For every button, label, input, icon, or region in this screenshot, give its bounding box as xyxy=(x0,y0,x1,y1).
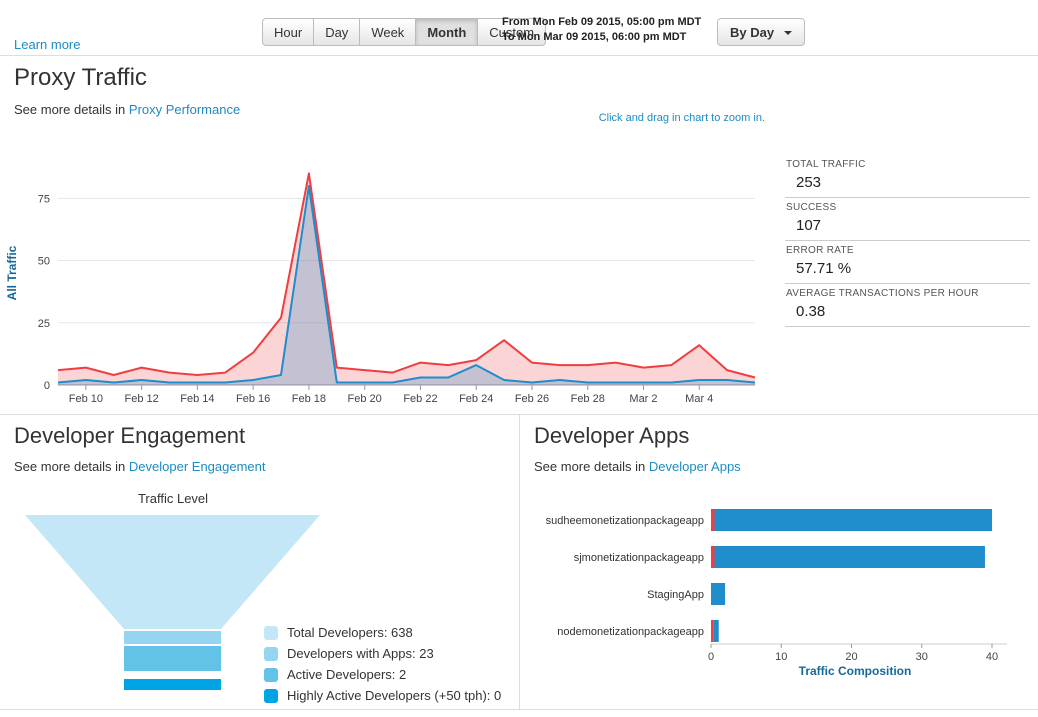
bottom-row: Developer Engagement See more details in… xyxy=(0,415,1038,710)
developer-apps-link[interactable]: Developer Apps xyxy=(649,459,741,474)
granularity-label: By Day xyxy=(730,25,774,40)
date-to: To Mon Mar 09 2015, 06:00 pm MDT xyxy=(502,30,701,45)
svg-text:75: 75 xyxy=(38,193,50,205)
stat-label: AVERAGE TRANSACTIONS PER HOUR xyxy=(786,288,1030,299)
learn-more-link[interactable]: Learn more xyxy=(14,37,80,52)
stat-label: SUCCESS xyxy=(786,202,1030,213)
date-range: From Mon Feb 09 2015, 05:00 pm MDT To Mo… xyxy=(502,15,701,45)
svg-text:20: 20 xyxy=(845,651,857,663)
engagement-details-prefix: See more details in xyxy=(14,459,129,474)
proxy-details-prefix: See more details in xyxy=(14,102,129,117)
legend-label: Developers with Apps: 23 xyxy=(287,646,434,661)
svg-text:40: 40 xyxy=(986,651,998,663)
stat-value: 107 xyxy=(786,213,1030,234)
svg-text:Feb 18: Feb 18 xyxy=(292,393,326,405)
proxy-traffic-section: Proxy Traffic See more details in Proxy … xyxy=(0,56,1038,415)
legend-item-total-developers: Total Developers: 638 xyxy=(264,625,501,640)
svg-text:Feb 14: Feb 14 xyxy=(180,393,214,405)
svg-text:StagingApp: StagingApp xyxy=(647,589,704,601)
svg-text:Mar 4: Mar 4 xyxy=(685,393,713,405)
svg-text:sudheemonetizationpackageapp: sudheemonetizationpackageapp xyxy=(546,515,704,527)
legend-label: Active Developers: 2 xyxy=(287,667,406,682)
zoom-hint: Click and drag in chart to zoom in. xyxy=(465,112,765,124)
stat-total-traffic: TOTAL TRAFFIC 253 xyxy=(785,155,1030,198)
legend-label: Total Developers: 638 xyxy=(287,625,413,640)
svg-text:sjmonetizationpackageapp: sjmonetizationpackageapp xyxy=(574,552,704,564)
range-button-day[interactable]: Day xyxy=(313,18,360,46)
funnel-title: Traffic Level xyxy=(25,491,321,506)
legend-label: Highly Active Developers (+50 tph): 0 xyxy=(287,688,501,703)
developer-engagement-link[interactable]: Developer Engagement xyxy=(129,459,266,474)
stat-success: SUCCESS 107 xyxy=(785,198,1030,241)
svg-text:25: 25 xyxy=(38,318,50,330)
svg-text:Feb 16: Feb 16 xyxy=(236,393,270,405)
svg-text:All Traffic: All Traffic xyxy=(5,245,19,300)
stat-value: 253 xyxy=(786,170,1030,191)
stat-value: 0.38 xyxy=(786,299,1030,320)
legend-item-developers-with-apps: Developers with Apps: 23 xyxy=(264,646,501,661)
developer-engagement-title: Developer Engagement xyxy=(0,415,519,449)
legend-item-active-developers: Active Developers: 2 xyxy=(264,667,501,682)
date-from: From Mon Feb 09 2015, 05:00 pm MDT xyxy=(502,15,701,30)
stat-avg-transactions-per-hour: AVERAGE TRANSACTIONS PER HOUR 0.38 xyxy=(785,284,1030,327)
svg-text:Feb 26: Feb 26 xyxy=(515,393,549,405)
legend-swatch xyxy=(264,626,278,640)
svg-text:0: 0 xyxy=(44,380,50,392)
developer-apps-title: Developer Apps xyxy=(520,415,1038,449)
apps-details-prefix: See more details in xyxy=(534,459,649,474)
svg-text:Feb 10: Feb 10 xyxy=(69,393,103,405)
svg-text:Mar 2: Mar 2 xyxy=(629,393,657,405)
developer-engagement-section: Developer Engagement See more details in… xyxy=(0,415,520,709)
legend-swatch xyxy=(264,647,278,661)
stat-label: ERROR RATE xyxy=(786,245,1030,256)
svg-text:0: 0 xyxy=(708,651,714,663)
chevron-down-icon xyxy=(784,31,792,35)
svg-text:50: 50 xyxy=(38,256,50,268)
developer-apps-section: Developer Apps See more details in Devel… xyxy=(520,415,1038,709)
proxy-traffic-chart[interactable]: 0 25 50 75 Feb 10 Feb 12 Feb 14 Feb 16 Feb 18 Feb… xyxy=(0,155,775,411)
svg-text:Feb 24: Feb 24 xyxy=(459,393,493,405)
topbar: Learn more Hour Day Week Month Custom Fr… xyxy=(0,0,1038,56)
svg-text:Feb 20: Feb 20 xyxy=(348,393,382,405)
legend-item-highly-active-developers: Highly Active Developers (+50 tph): 0 xyxy=(264,688,501,703)
granularity-dropdown[interactable]: By Day xyxy=(717,18,805,46)
legend-swatch xyxy=(264,668,278,682)
traffic-stats-panel: TOTAL TRAFFIC 253 SUCCESS 107 ERROR RATE… xyxy=(785,155,1030,327)
svg-text:30: 30 xyxy=(916,651,928,663)
svg-text:Feb 28: Feb 28 xyxy=(571,393,605,405)
range-button-hour[interactable]: Hour xyxy=(262,18,314,46)
svg-text:10: 10 xyxy=(775,651,787,663)
proxy-traffic-title: Proxy Traffic xyxy=(0,56,1038,92)
proxy-performance-link[interactable]: Proxy Performance xyxy=(129,102,240,117)
developer-apps-chart: 0 10 20 30 40 sudheemonetizationpackageapp sjm… xyxy=(520,499,1037,665)
range-button-week[interactable]: Week xyxy=(359,18,416,46)
traffic-composition-axis-label: Traffic Composition xyxy=(710,664,1000,678)
legend-swatch xyxy=(264,689,278,703)
svg-text:Feb 12: Feb 12 xyxy=(125,393,159,405)
stat-error-rate: ERROR RATE 57.71 % xyxy=(785,241,1030,284)
apps-details-line: See more details in Developer Apps xyxy=(534,459,1038,474)
stat-value: 57.71 % xyxy=(786,256,1030,277)
engagement-details-line: See more details in Developer Engagement xyxy=(14,459,519,474)
analytics-dashboard: { "colors": { "link": "#1e8bc3", "axis_l… xyxy=(0,0,1038,717)
stat-label: TOTAL TRAFFIC xyxy=(786,159,1030,170)
range-button-month[interactable]: Month xyxy=(415,18,478,46)
svg-text:nodemonetizationpackageapp: nodemonetizationpackageapp xyxy=(557,626,704,638)
svg-text:Feb 22: Feb 22 xyxy=(403,393,437,405)
funnel-legend: Total Developers: 638 Developers with Ap… xyxy=(264,625,501,709)
